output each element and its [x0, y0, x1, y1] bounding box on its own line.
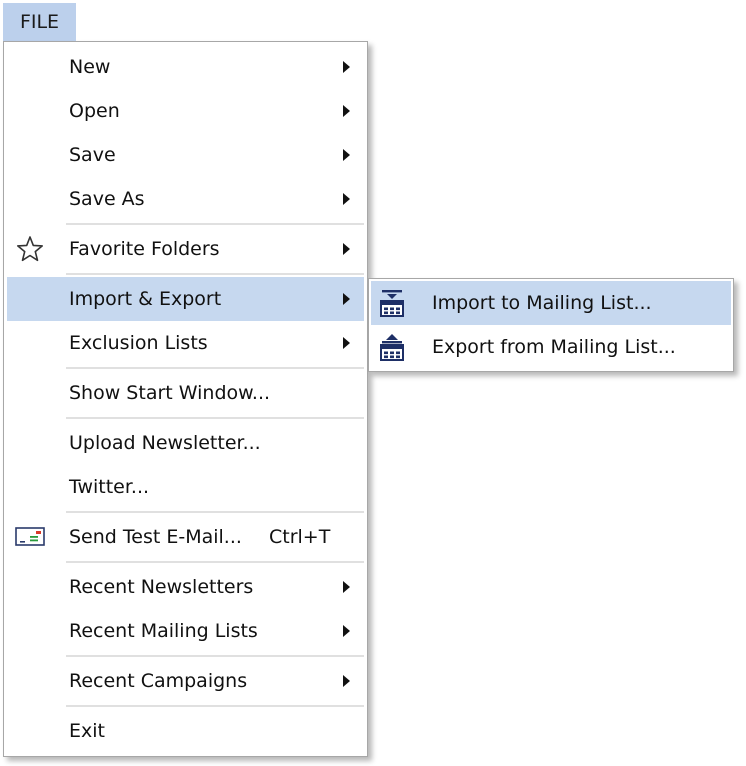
submenu-arrow-icon [343, 625, 350, 637]
submenu-arrow-icon [343, 337, 350, 349]
submenu-arrow-icon [343, 293, 350, 305]
menu-separator [66, 367, 364, 369]
menu-item-recent-mailing-lists[interactable]: Recent Mailing Lists [7, 609, 364, 653]
menu-item-label: Recent Mailing Lists [69, 620, 258, 642]
import-list-icon [377, 288, 407, 318]
menu-item-label: Exit [69, 720, 105, 742]
menu-item-recent-newsletters[interactable]: Recent Newsletters [7, 565, 364, 609]
menu-item-label: Save As [69, 188, 145, 210]
menu-item-label: Recent Campaigns [69, 670, 248, 692]
menu-item-favorite-folders[interactable]: Favorite Folders [7, 227, 364, 271]
menu-separator [66, 223, 364, 225]
star-icon [15, 234, 45, 264]
menu-item-exclusion-lists[interactable]: Exclusion Lists [7, 321, 364, 365]
menu-separator [66, 273, 364, 275]
submenu-item-export-from-mailing-list[interactable]: Export from Mailing List... [371, 325, 731, 369]
submenu-item-import-to-mailing-list[interactable]: Import to Mailing List... [371, 281, 731, 325]
menu-item-recent-campaigns[interactable]: Recent Campaigns [7, 659, 364, 703]
submenu-item-label: Export from Mailing List... [432, 336, 676, 358]
file-menu: New Open Save Save As Favorite Folders I… [3, 41, 368, 757]
menu-item-label: Upload Newsletter... [69, 432, 261, 454]
file-menu-button[interactable]: FILE [3, 3, 76, 41]
menu-item-label: Save [69, 144, 116, 166]
menu-item-import-export[interactable]: Import & Export [7, 277, 364, 321]
menu-item-twitter[interactable]: Twitter... [7, 465, 364, 509]
email-card-icon [15, 522, 45, 552]
submenu-arrow-icon [343, 581, 350, 593]
menu-separator [66, 417, 364, 419]
menu-item-label: Recent Newsletters [69, 576, 254, 598]
menu-item-label: New [69, 56, 111, 78]
submenu-arrow-icon [343, 105, 350, 117]
submenu-arrow-icon [343, 675, 350, 687]
submenu-arrow-icon [343, 61, 350, 73]
menu-item-label: Open [69, 100, 120, 122]
menu-item-exit[interactable]: Exit [7, 709, 364, 753]
menu-item-label: Twitter... [69, 476, 150, 498]
menu-separator [66, 511, 364, 513]
menu-item-label: Send Test E-Mail... [69, 526, 242, 548]
import-export-submenu: Import to Mailing List... Export from Ma… [368, 278, 734, 372]
menu-item-shortcut: Ctrl+T [269, 526, 331, 548]
menu-item-label: Exclusion Lists [69, 332, 208, 354]
menu-item-label: Show Start Window... [69, 382, 271, 404]
menu-separator [66, 705, 364, 707]
menu-separator [66, 561, 364, 563]
submenu-item-label: Import to Mailing List... [432, 292, 652, 314]
menu-item-show-start-window[interactable]: Show Start Window... [7, 371, 364, 415]
submenu-arrow-icon [343, 243, 350, 255]
menu-item-save[interactable]: Save [7, 133, 364, 177]
menu-item-label: Import & Export [69, 288, 222, 310]
menu-item-save-as[interactable]: Save As [7, 177, 364, 221]
submenu-arrow-icon [343, 149, 350, 161]
menu-item-send-test-email[interactable]: Send Test E-Mail... Ctrl+T [7, 515, 364, 559]
submenu-arrow-icon [343, 193, 350, 205]
menu-item-label: Favorite Folders [69, 238, 220, 260]
menu-item-open[interactable]: Open [7, 89, 364, 133]
menu-separator [66, 655, 364, 657]
menu-item-upload-newsletter[interactable]: Upload Newsletter... [7, 421, 364, 465]
export-list-icon [377, 332, 407, 362]
menu-item-new[interactable]: New [7, 45, 364, 89]
